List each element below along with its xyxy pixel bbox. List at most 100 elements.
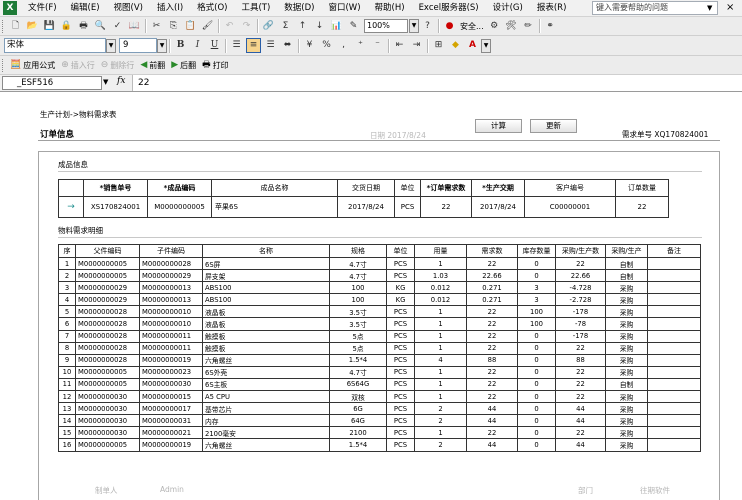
table-cell[interactable]: 2 — [414, 438, 467, 452]
table-cell[interactable]: 22 — [466, 256, 518, 271]
table-cell[interactable]: 2100毫安 — [202, 426, 330, 440]
table-cell[interactable]: M0000000017 — [139, 402, 203, 416]
decrease-decimal-icon[interactable]: ⁻ — [370, 38, 385, 53]
table-cell[interactable]: 22 — [466, 426, 518, 440]
table-cell[interactable]: 0.271 — [466, 293, 518, 307]
table-cell[interactable]: 采购 — [605, 365, 648, 379]
table-cell[interactable]: 0.012 — [414, 281, 467, 295]
table-cell[interactable]: 0.271 — [466, 281, 518, 295]
table-cell[interactable]: 采购 — [605, 390, 648, 404]
table-cell[interactable]: 1.5*4 — [329, 353, 387, 367]
table-cell[interactable]: M0000000029 — [75, 293, 140, 307]
table-cell[interactable]: 22 — [466, 317, 518, 331]
table-cell[interactable]: M0000000028 — [75, 341, 140, 355]
table-cell[interactable]: 0 — [517, 256, 556, 271]
table-cell[interactable]: ABS100 — [202, 281, 330, 295]
table-cell[interactable]: 6G — [329, 402, 387, 416]
table-cell[interactable]: 9 — [58, 353, 76, 367]
table-cell[interactable]: 22 — [555, 390, 606, 404]
table-cell[interactable]: 1 — [414, 390, 467, 404]
table-cell[interactable]: 100 — [329, 293, 387, 307]
row-arrow-icon[interactable]: → — [58, 196, 84, 218]
table-cell[interactable]: 0 — [517, 390, 556, 404]
table-cell[interactable]: 六角螺丝 — [202, 353, 330, 367]
table-cell[interactable]: PCS — [394, 196, 421, 218]
table-cell[interactable]: M0000000013 — [139, 293, 203, 307]
table-cell[interactable]: 采购 — [605, 438, 648, 452]
percent-icon[interactable]: % — [319, 38, 334, 53]
table-cell[interactable]: 0 — [517, 365, 556, 379]
table-cell[interactable] — [647, 269, 701, 283]
calculate-button[interactable]: 计算 — [475, 119, 522, 133]
table-cell[interactable]: M0000000015 — [139, 390, 203, 404]
increase-decimal-icon[interactable]: ⁺ — [353, 38, 368, 53]
help-search-input[interactable]: 键入需要帮助的问题 — [592, 1, 718, 15]
table-cell[interactable]: 44 — [555, 438, 606, 452]
table-cell[interactable]: 1 — [414, 426, 467, 440]
zoom-select[interactable]: 100% — [364, 19, 408, 33]
align-left-icon[interactable]: ☰ — [229, 38, 244, 53]
table-cell[interactable]: M0000000028 — [139, 256, 203, 271]
table-cell[interactable]: 采购 — [605, 317, 648, 331]
table-cell[interactable]: 0 — [517, 329, 556, 343]
name-box[interactable]: _ESF516 — [2, 76, 102, 90]
table-cell[interactable]: M0000000028 — [75, 305, 140, 319]
table-cell[interactable] — [647, 353, 701, 367]
table-cell[interactable]: 采购 — [605, 426, 648, 440]
table-cell[interactable] — [647, 329, 701, 343]
table-cell[interactable]: 2 — [58, 269, 76, 283]
table-cell[interactable]: M0000000005 — [75, 365, 140, 379]
table-cell[interactable] — [647, 390, 701, 404]
table-cell[interactable]: 0 — [517, 377, 556, 392]
record-icon[interactable]: ● — [442, 19, 457, 34]
table-cell[interactable]: 22 — [555, 365, 606, 379]
currency-icon[interactable]: ¥ — [302, 38, 317, 53]
table-cell[interactable]: 2017/8/24 — [337, 196, 395, 218]
font-select[interactable]: 宋体 — [4, 38, 106, 53]
redo-icon[interactable]: ↷ — [239, 19, 254, 34]
table-cell[interactable]: 22.66 — [555, 269, 606, 283]
table-cell[interactable]: 3.5寸 — [329, 305, 387, 319]
table-cell[interactable]: PCS — [386, 438, 415, 452]
menu-file[interactable]: 文件(F) — [21, 0, 64, 16]
delete-row-button[interactable]: ⊖ 删除行 — [101, 60, 135, 71]
table-cell[interactable]: 2017/8/24 — [471, 196, 525, 218]
table-cell[interactable]: 6S主板 — [202, 377, 330, 392]
table-cell[interactable]: M0000000029 — [75, 281, 140, 295]
sort-descending-icon[interactable]: ↓ — [312, 19, 327, 34]
table-cell[interactable]: 22 — [466, 365, 518, 379]
table-cell[interactable]: M0000000019 — [139, 438, 203, 452]
table-cell[interactable]: 22 — [466, 341, 518, 355]
table-cell[interactable]: 12 — [58, 390, 76, 404]
table-cell[interactable]: 8 — [58, 341, 76, 355]
table-cell[interactable] — [647, 414, 701, 428]
formula-input[interactable]: 22 — [132, 75, 742, 91]
menu-insert[interactable]: 插入(I) — [150, 0, 190, 16]
table-cell[interactable]: 64G — [329, 414, 387, 428]
table-cell[interactable]: 1 — [414, 256, 467, 271]
table-cell[interactable]: 6 — [58, 317, 76, 331]
table-cell[interactable]: M0000000031 — [139, 414, 203, 428]
next-button[interactable]: ▶ 后翻 — [171, 60, 196, 71]
menu-edit[interactable]: 编辑(E) — [64, 0, 107, 16]
table-cell[interactable] — [647, 281, 701, 295]
table-cell[interactable]: A5 CPU — [202, 390, 330, 404]
table-cell[interactable]: PCS — [386, 269, 415, 283]
table-cell[interactable]: 22 — [466, 390, 518, 404]
toolbar-grip[interactable] — [2, 58, 5, 72]
table-cell[interactable]: M0000000005 — [147, 196, 212, 218]
table-cell[interactable] — [647, 438, 701, 452]
menu-excel-server[interactable]: Excel服务器(S) — [412, 0, 486, 16]
table-cell[interactable]: 基带芯片 — [202, 402, 330, 416]
table-cell[interactable]: -4.728 — [555, 281, 606, 295]
table-cell[interactable]: 0 — [517, 402, 556, 416]
table-cell[interactable]: 采购 — [605, 305, 648, 319]
chain-icon[interactable]: ⚭ — [543, 19, 558, 34]
table-cell[interactable]: 1 — [414, 341, 467, 355]
name-box-dropdown-icon[interactable]: ▼ — [103, 78, 108, 86]
table-cell[interactable]: PCS — [386, 329, 415, 343]
table-cell[interactable]: M0000000030 — [75, 390, 140, 404]
table-cell[interactable]: 22 — [466, 305, 518, 319]
table-cell[interactable]: M0000000030 — [139, 377, 203, 392]
table-cell[interactable]: 5点 — [329, 329, 387, 343]
